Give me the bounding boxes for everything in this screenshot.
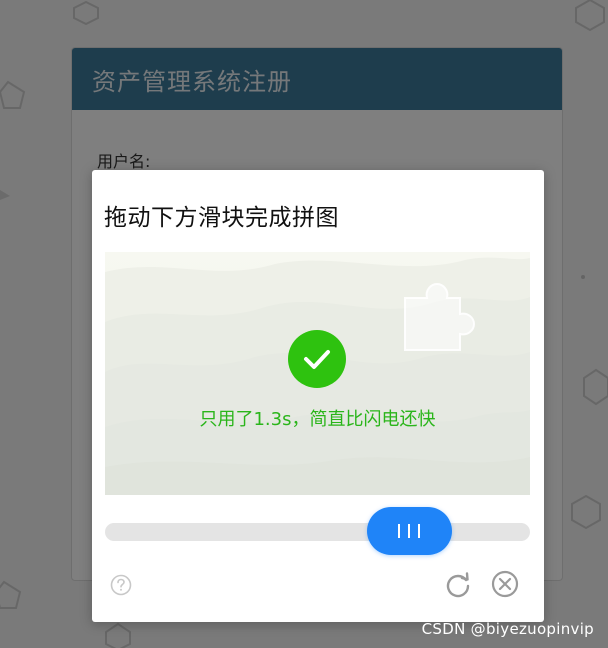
grip-line <box>418 524 421 538</box>
grip-line <box>408 524 411 538</box>
slider-track[interactable] <box>105 523 530 541</box>
grip-lines-icon <box>398 524 401 538</box>
captcha-title: 拖动下方滑块完成拼图 <box>104 205 339 231</box>
puzzle-image: 只用了1.3s，简直比闪电还快 <box>105 252 530 495</box>
success-message: 只用了1.3s，简直比闪电还快 <box>199 409 436 430</box>
captcha-dialog: 拖动下方滑块完成拼图 只用了1.3s，简直比闪电还快 <box>92 170 544 622</box>
close-circle-icon[interactable] <box>491 570 519 598</box>
check-circle-icon <box>288 330 346 388</box>
refresh-icon[interactable] <box>444 570 472 598</box>
watermark: CSDN @biyezuopinvip <box>421 620 594 638</box>
slider-handle[interactable] <box>366 507 452 555</box>
question-circle-icon[interactable] <box>110 574 132 596</box>
